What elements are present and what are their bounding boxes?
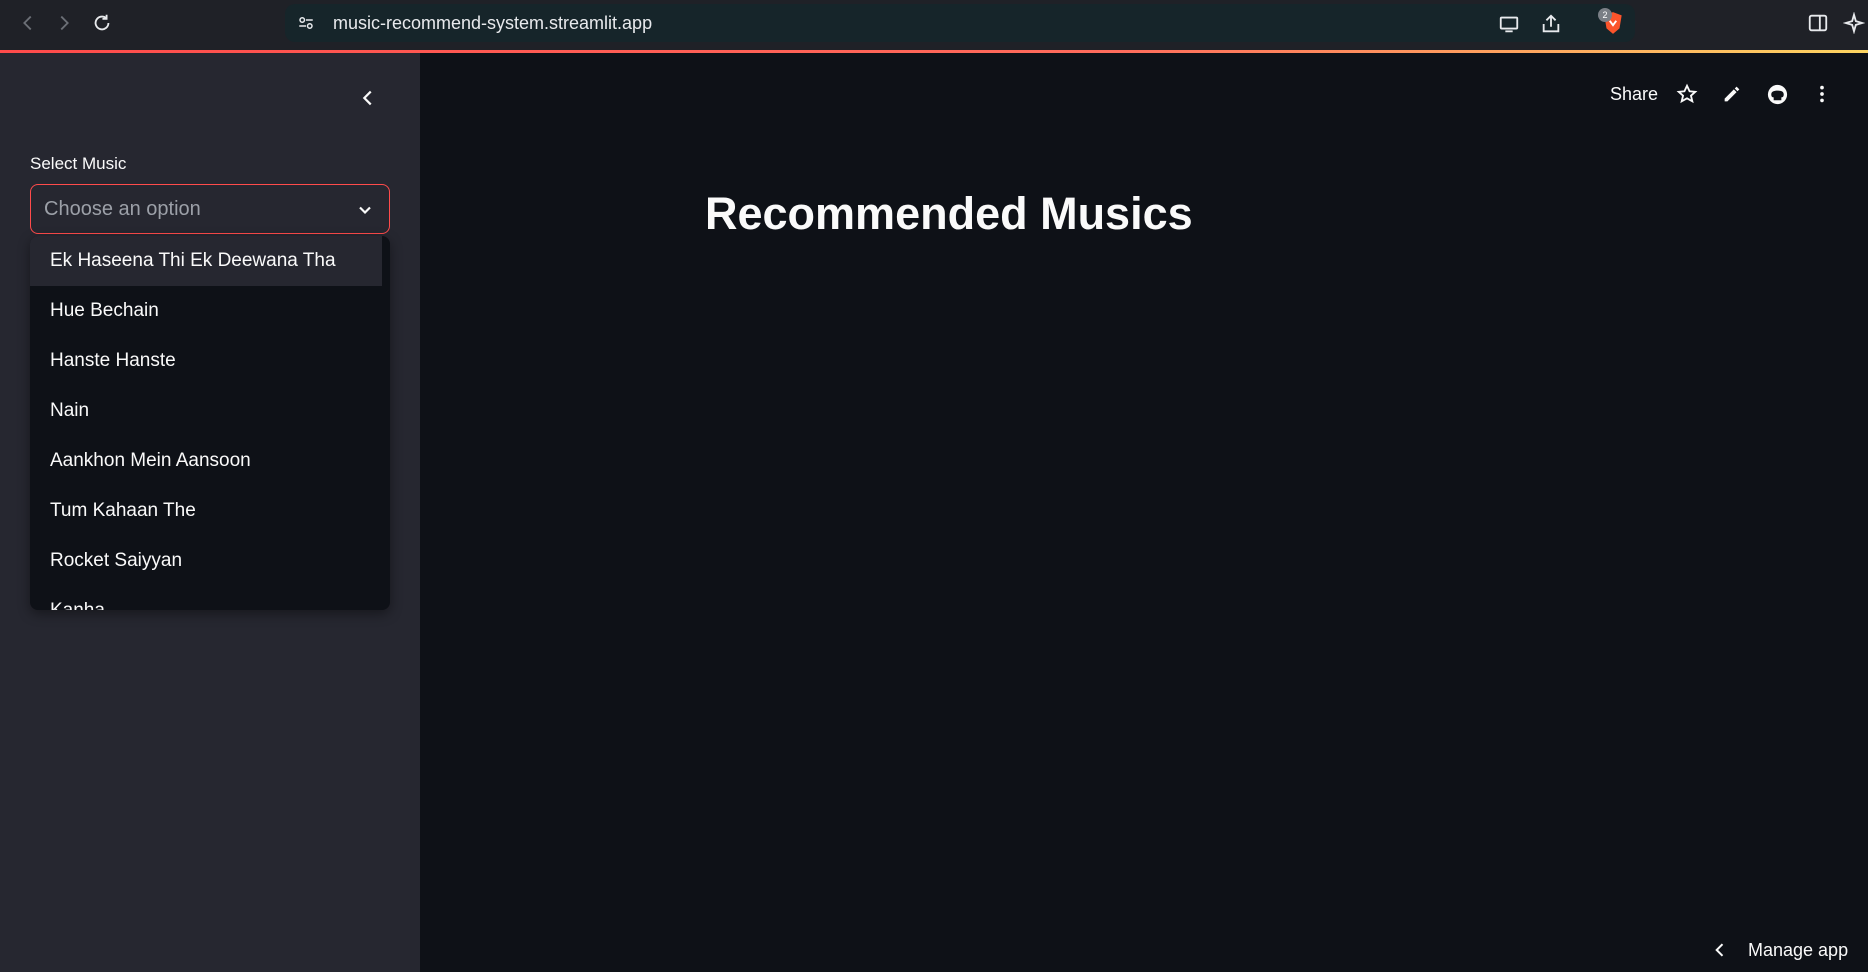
sidebar-toggle-button[interactable]	[1804, 9, 1832, 37]
url-text[interactable]: music-recommend-system.streamlit.app	[333, 13, 652, 34]
reload-icon	[94, 14, 110, 31]
chevron-left-icon	[1715, 943, 1724, 957]
dropdown-option[interactable]: Nain	[30, 386, 382, 436]
select-music-label: Select Music	[30, 154, 127, 173]
arrow-left-icon	[23, 15, 32, 31]
collapse-sidebar-button[interactable]	[355, 85, 381, 111]
dropdown-option[interactable]: Tum Kahaan The	[30, 486, 382, 536]
select-dropdown-menu[interactable]: Ek Haseena Thi Ek Deewana Tha Hue Bechai…	[30, 236, 390, 610]
chevron-left-icon	[362, 90, 372, 106]
music-select[interactable]: Choose an option	[30, 184, 390, 234]
dropdown-option[interactable]: Kanha	[30, 586, 382, 610]
arrow-right-icon	[60, 15, 69, 31]
dropdown-option[interactable]: Ek Haseena Thi Ek Deewana Tha	[30, 236, 382, 286]
star-icon[interactable]	[1675, 82, 1699, 106]
extension-badge: 2	[1598, 8, 1612, 22]
back-button[interactable]	[14, 9, 42, 37]
select-placeholder: Choose an option	[44, 198, 201, 220]
address-bar[interactable]: music-recommend-system.streamlit.app	[285, 4, 1635, 42]
dropdown-option[interactable]: Rocket Saiyyan	[30, 536, 382, 586]
manage-app-label: Manage app	[1748, 939, 1849, 960]
sparkle-icon	[1843, 12, 1865, 34]
browser-toolbar: music-recommend-system.streamlit.app 2	[0, 0, 1868, 50]
share-button[interactable]: Share	[1610, 84, 1658, 105]
share-page-icon[interactable]	[1539, 12, 1563, 36]
github-icon[interactable]	[1765, 82, 1789, 106]
side-panel-icon	[1808, 14, 1828, 32]
page-title: Recommended Musics	[705, 188, 1193, 239]
dropdown-option[interactable]: Hue Bechain	[30, 286, 382, 336]
dropdown-option[interactable]: Aankhon Mein Aansoon	[30, 436, 382, 486]
reload-button[interactable]	[88, 9, 116, 37]
site-settings-icon	[299, 17, 313, 29]
chevron-down-icon[interactable]	[355, 200, 375, 220]
edit-pencil-icon[interactable]	[1720, 82, 1744, 106]
dropdown-option[interactable]: Hanste Hanste	[30, 336, 382, 386]
cast-icon[interactable]	[1497, 12, 1521, 36]
more-options-icon[interactable]	[1810, 82, 1834, 106]
forward-button[interactable]	[50, 9, 78, 37]
leo-ai-button[interactable]	[1840, 9, 1868, 37]
manage-app-button[interactable]: Manage app	[1710, 938, 1848, 962]
